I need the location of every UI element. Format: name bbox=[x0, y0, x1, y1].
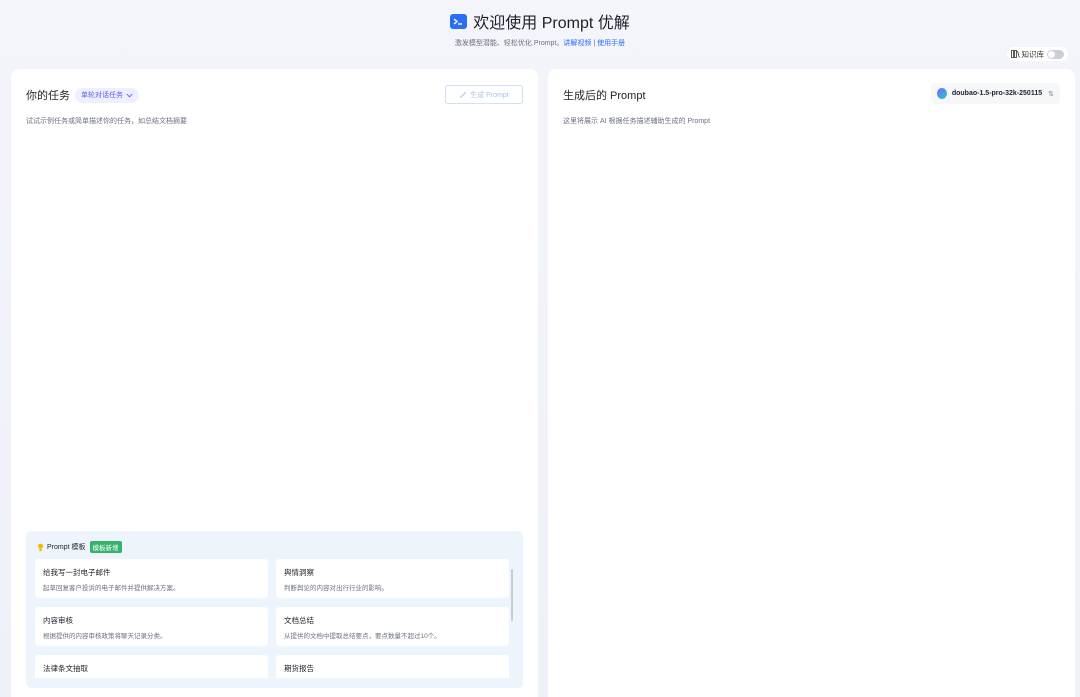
generate-prompt-button[interactable]: 生成 Prompt bbox=[445, 85, 523, 104]
page-subtitle: 激发模型潜能、轻松优化 Prompt。讲解视频 | 使用手册 bbox=[0, 38, 1080, 48]
result-panel-title: 生成后的 Prompt bbox=[563, 90, 646, 102]
result-placeholder: 这里将展示 AI 根据任务描述辅助生成的 Prompt bbox=[563, 118, 711, 125]
page-title: 欢迎使用 Prompt 优解 bbox=[473, 15, 630, 32]
subtitle-text: 激发模型潜能、轻松优化 Prompt。 bbox=[454, 40, 564, 47]
template-card-desc: 判断舆论的内容对出行行业的影响。 bbox=[284, 585, 388, 592]
template-card[interactable]: 舆情洞察 判断舆论的内容对出行行业的影响。 bbox=[276, 559, 509, 598]
model-select[interactable]: doubao-1.5-pro-32k-250115 ⇅ bbox=[930, 83, 1060, 104]
scrollbar-thumb[interactable] bbox=[511, 569, 513, 621]
model-name: doubao-1.5-pro-32k-250115 bbox=[951, 90, 1043, 97]
manual-link[interactable]: 使用手册 bbox=[597, 40, 625, 47]
generate-label: 生成 Prompt bbox=[470, 91, 509, 99]
task-panel: 你的任务 单轮对话任务 生成 Prompt 试试示例任务或简单描述你的任务，如总… bbox=[11, 69, 538, 697]
mode-dropdown[interactable]: 单轮对话任务 bbox=[75, 87, 139, 103]
template-box: Prompt 模板 模板新增 给我写一封电子邮件 起草回复客户投诉的电子邮件并提… bbox=[26, 531, 523, 688]
template-card-title: 给我写一封电子邮件 bbox=[43, 568, 111, 577]
template-card-title: 文档总结 bbox=[284, 616, 314, 625]
terminal-logo-icon bbox=[450, 13, 468, 29]
lightbulb-icon bbox=[37, 543, 44, 551]
task-panel-title: 你的任务 bbox=[26, 90, 70, 102]
template-card[interactable]: 法律条文抽取 bbox=[35, 655, 268, 678]
new-templates-badge: 模板新增 bbox=[89, 541, 122, 553]
template-card-title: 期货报告 bbox=[284, 664, 314, 673]
app-page: 欢迎使用 Prompt 优解 激发模型潜能、轻松优化 Prompt。讲解视频 |… bbox=[0, 0, 1080, 697]
template-card[interactable]: 内容审核 根据提供的内容审核政策将聊天记录分类。 bbox=[35, 607, 268, 646]
page-header: 欢迎使用 Prompt 优解 激发模型潜能、轻松优化 Prompt。讲解视频 |… bbox=[0, 0, 1080, 66]
kb-label: 知识库 bbox=[1021, 49, 1045, 59]
template-title: Prompt 模板 bbox=[47, 544, 86, 551]
magic-wand-icon bbox=[459, 91, 467, 98]
task-panel-header: 你的任务 单轮对话任务 生成 Prompt bbox=[26, 85, 523, 105]
book-icon bbox=[1010, 50, 1020, 58]
template-card-desc: 起草回复客户投诉的电子邮件并提供解决方案。 bbox=[43, 585, 180, 592]
up-down-arrows-icon: ⇅ bbox=[1048, 90, 1054, 98]
task-input[interactable]: 试试示例任务或简单描述你的任务，如总结文档摘要 bbox=[26, 116, 187, 126]
doubao-logo-icon bbox=[936, 88, 947, 99]
template-header: Prompt 模板 模板新增 bbox=[37, 541, 122, 553]
chevron-down-icon bbox=[126, 93, 133, 97]
template-card[interactable]: 给我写一封电子邮件 起草回复客户投诉的电子邮件并提供解决方案。 bbox=[35, 559, 268, 598]
result-panel-header: 生成后的 Prompt doubao-1.5-pro-32k-250115 ⇅ bbox=[563, 83, 1060, 105]
template-card-title: 法律条文抽取 bbox=[43, 664, 88, 673]
template-card[interactable]: 期货报告 bbox=[276, 655, 509, 678]
template-scrollbar[interactable] bbox=[510, 561, 514, 676]
kb-switch[interactable] bbox=[1047, 49, 1064, 59]
template-card-desc: 从提供的文档中提取总结要点，要点数量不超过10个。 bbox=[284, 633, 441, 640]
template-card-desc: 根据提供的内容审核政策将聊天记录分类。 bbox=[43, 633, 167, 640]
result-panel: 生成后的 Prompt doubao-1.5-pro-32k-250115 ⇅ … bbox=[548, 69, 1075, 697]
knowledge-base-toggle[interactable]: 知识库 bbox=[1006, 47, 1068, 61]
title-row: 欢迎使用 Prompt 优解 bbox=[0, 10, 1080, 32]
template-grid: 给我写一封电子邮件 起草回复客户投诉的电子邮件并提供解决方案。 舆情洞察 判断舆… bbox=[35, 559, 511, 678]
template-card[interactable]: 文档总结 从提供的文档中提取总结要点，要点数量不超过10个。 bbox=[276, 607, 509, 646]
template-card-title: 舆情洞察 bbox=[284, 568, 314, 577]
video-link[interactable]: 讲解视频 bbox=[563, 40, 591, 47]
mode-label: 单轮对话任务 bbox=[81, 92, 123, 99]
template-card-title: 内容审核 bbox=[43, 616, 73, 625]
